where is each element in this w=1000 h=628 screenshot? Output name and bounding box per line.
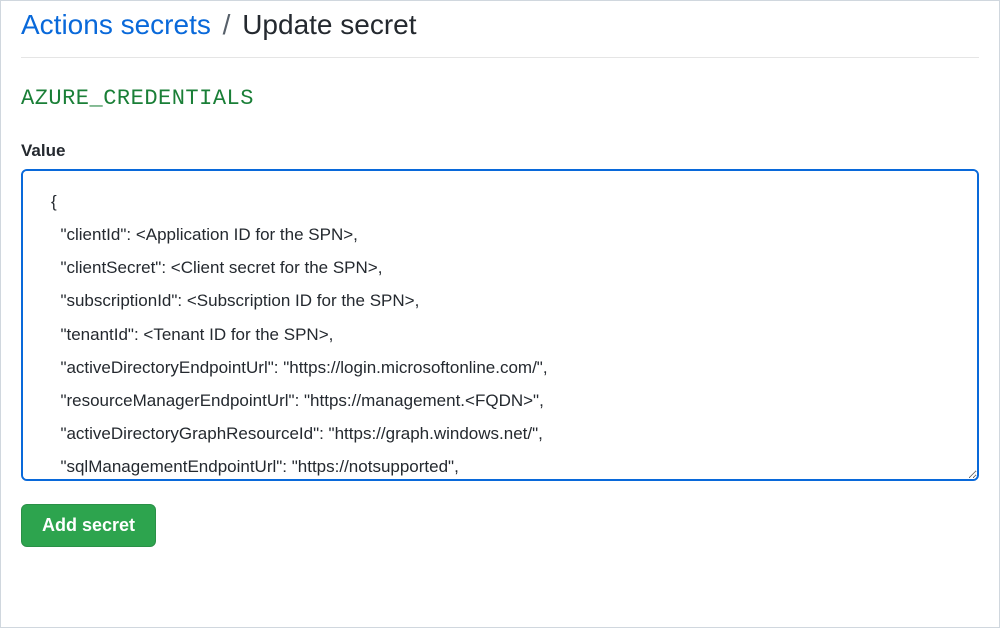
add-secret-button[interactable]: Add secret: [21, 504, 156, 547]
breadcrumb-separator: /: [223, 9, 231, 40]
breadcrumb-current: Update secret: [242, 9, 416, 40]
breadcrumb-link-actions-secrets[interactable]: Actions secrets: [21, 9, 211, 40]
secret-name-heading: AZURE_CREDENTIALS: [21, 86, 979, 111]
textarea-wrapper: [21, 169, 979, 486]
secret-value-textarea[interactable]: [21, 169, 979, 481]
value-label: Value: [21, 141, 979, 161]
breadcrumb: Actions secrets / Update secret: [21, 9, 979, 58]
